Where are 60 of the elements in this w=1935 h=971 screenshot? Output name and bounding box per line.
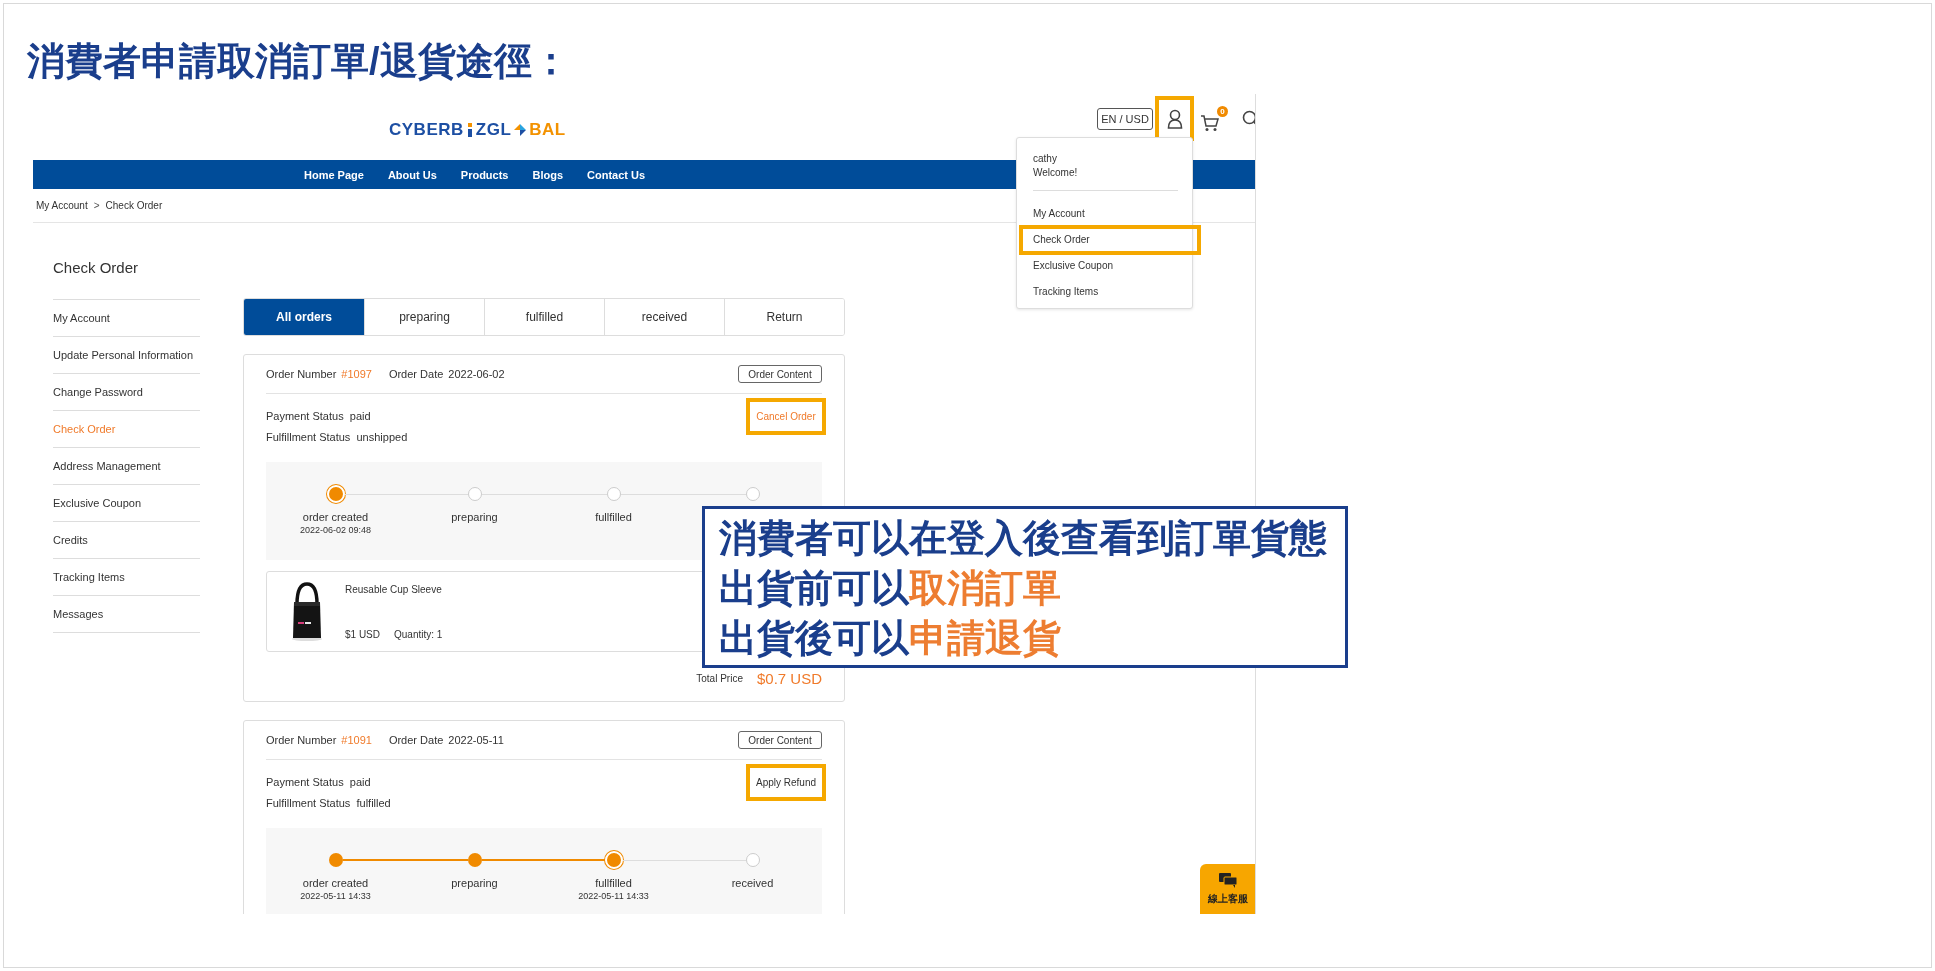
sidebar-item[interactable]: Messages — [53, 596, 200, 633]
step-label: fullfilled — [595, 511, 632, 523]
order-content-button[interactable]: Order Content — [738, 365, 822, 383]
payment-status: Payment Status paid — [266, 410, 372, 422]
step-time: 2022-06-02 09:48 — [299, 525, 372, 535]
total-price-label: Total Price — [696, 673, 743, 684]
step-label: preparing — [451, 877, 498, 889]
fulfillment-status: Fulfillment Status fulfilled — [266, 797, 391, 809]
sidebar-item[interactable]: Credits — [53, 522, 200, 559]
currency-button[interactable]: EN / USD — [1097, 107, 1153, 130]
callout-text: 消費者可以在登入後查看到訂單貨態 — [719, 516, 1328, 561]
step-time: 2022-05-11 14:33 — [300, 891, 371, 901]
greeting: Welcome! — [1033, 166, 1079, 180]
nav-link[interactable]: Contact Us — [587, 168, 646, 181]
sidebar-item[interactable]: Address Management — [53, 448, 200, 485]
step-label: order created — [302, 511, 369, 523]
order-number-label: Order Number — [266, 368, 337, 380]
cart-count-badge: 0 — [1217, 105, 1228, 117]
breadcrumb-link[interactable]: My Account — [36, 200, 88, 211]
page-title: Check Order — [53, 258, 140, 278]
step-time: 2022-05-11 14:33 — [578, 891, 649, 901]
order-number-label: Order Number — [266, 734, 337, 746]
logo-text[interactable]: CYBERB — [389, 120, 464, 140]
total-price: $0.7 USD — [756, 670, 822, 687]
menu-item[interactable]: Check Order — [1019, 225, 1201, 255]
order-date-label: Order Date — [388, 368, 444, 380]
apply-refund-button[interactable]: Apply Refund — [746, 764, 826, 801]
breadcrumb-separator: > — [93, 200, 100, 211]
sidebar-item[interactable]: Change Password — [53, 374, 200, 411]
order-date: 2022-06-02 — [448, 368, 505, 380]
step-label: fullfilled — [595, 877, 632, 889]
order-content-button[interactable]: Order Content — [738, 731, 822, 749]
order-date: 2022-05-11 — [448, 734, 504, 746]
payment-status: Payment Status paid — [266, 776, 372, 788]
slide-title: 消費者申請取消訂單/退貨途徑： — [26, 39, 571, 84]
step-label: received — [731, 877, 774, 889]
breadcrumb-link[interactable]: Check Order — [105, 200, 163, 211]
step-label: preparing — [451, 511, 498, 523]
tab[interactable]: Return — [724, 299, 844, 335]
callout-text: 出貨前可以取消訂單 — [719, 566, 1062, 611]
order-date-label: Order Date — [388, 734, 444, 746]
nav-link[interactable]: About Us — [387, 168, 437, 181]
sidebar-item[interactable]: Update Personal Information — [53, 337, 200, 374]
tab[interactable]: All orders — [244, 299, 364, 335]
product-price: $1 USD — [345, 628, 380, 640]
chat-label: 線上客服 — [1207, 892, 1248, 906]
sidebar-item[interactable]: Tracking Items — [53, 559, 200, 596]
username: cathy — [1033, 152, 1058, 166]
nav-link[interactable]: Products — [460, 168, 509, 181]
step-label: order created — [302, 877, 369, 889]
product-quantity: Quantity: 1 — [394, 628, 443, 640]
fulfillment-status: Fulfillment Status unshipped — [266, 431, 408, 443]
logo-text[interactable]: ZGL — [475, 120, 512, 140]
sidebar-item[interactable]: My Account — [53, 300, 200, 337]
sidebar-item[interactable]: Exclusive Coupon — [53, 485, 200, 522]
callout-text: 出貨後可以申請退貨 — [719, 616, 1062, 661]
chat-button[interactable]: 線上客服 — [1200, 864, 1255, 914]
product-name: Reusable Cup Sleeve — [345, 583, 443, 595]
nav-link[interactable]: Blogs — [532, 168, 564, 181]
nav-link[interactable]: Home Page — [304, 168, 364, 181]
